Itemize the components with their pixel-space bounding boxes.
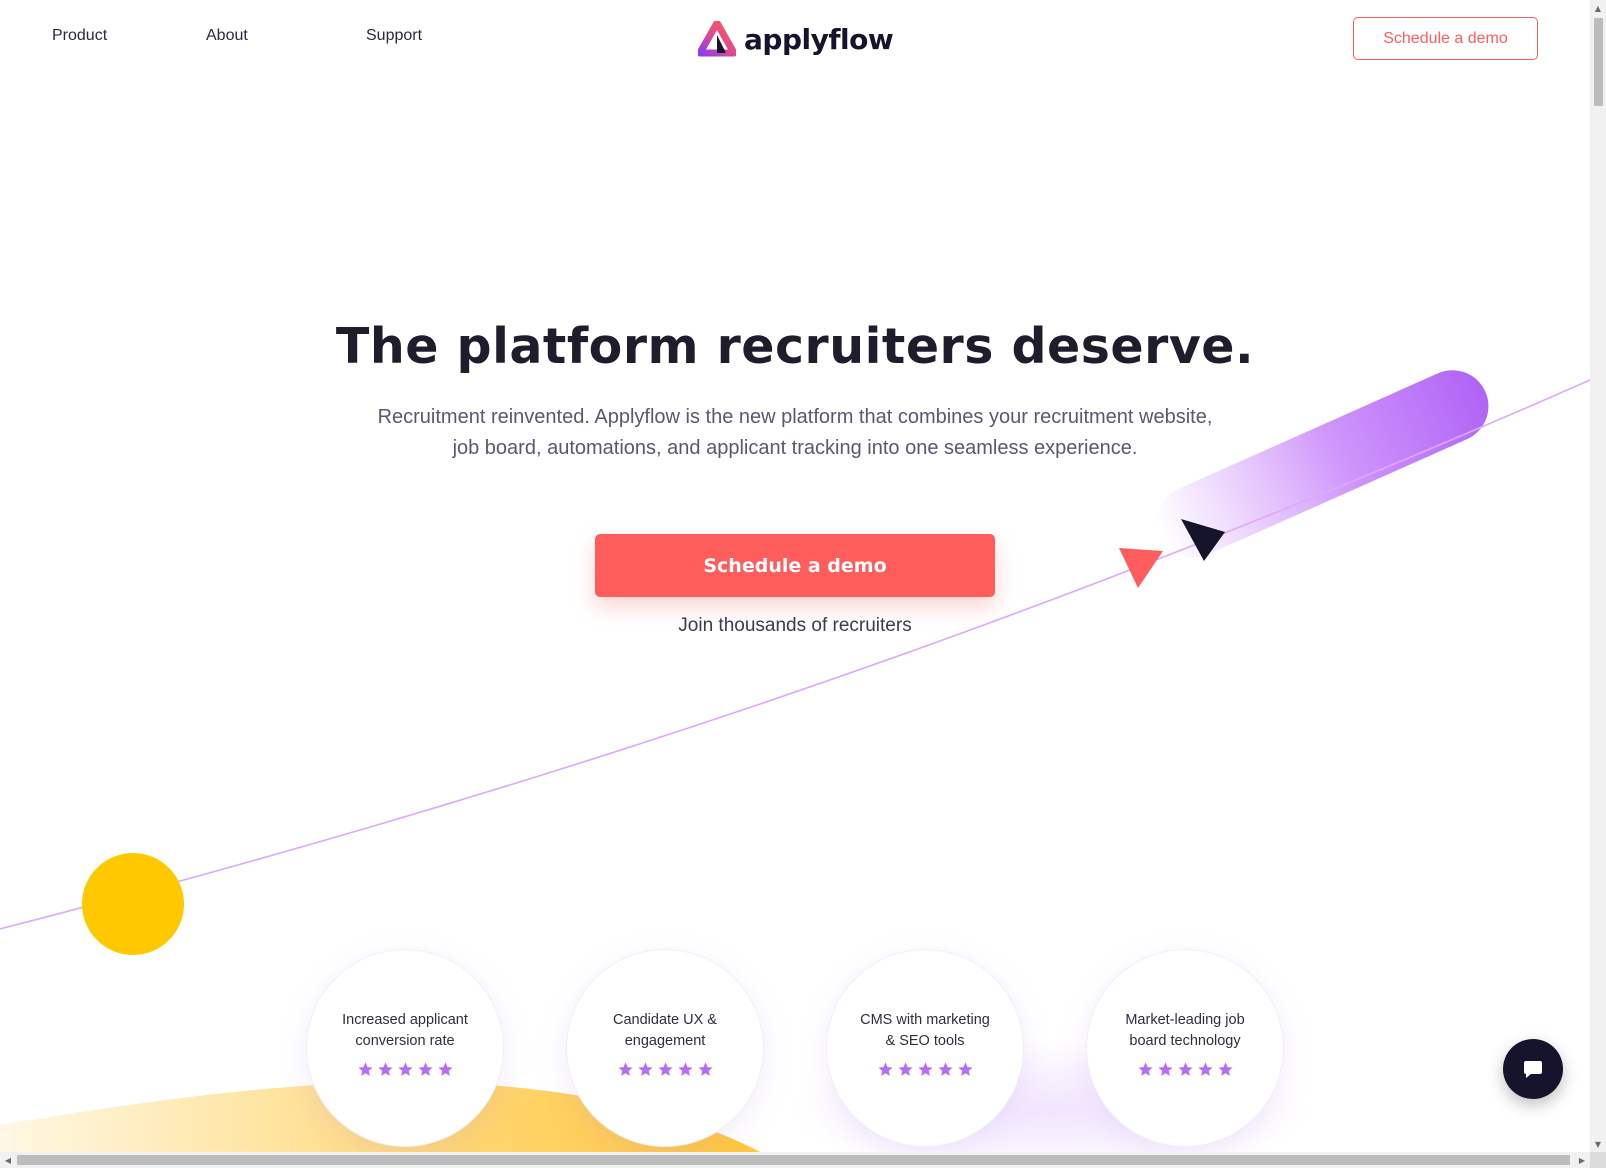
scroll-up-arrow-icon[interactable]: ▲ [1590, 0, 1606, 16]
star-icon [937, 1062, 953, 1076]
star-icon [637, 1062, 653, 1076]
star-rating [617, 1061, 714, 1078]
scroll-down-arrow-icon[interactable]: ▼ [1590, 1136, 1606, 1152]
star-icon [677, 1062, 693, 1076]
star-icon [1217, 1062, 1233, 1076]
star-icon [357, 1062, 373, 1076]
hero-title: The platform recruiters deserve. [335, 318, 1255, 375]
hero-schedule-demo-button[interactable]: Schedule a demo [595, 534, 995, 597]
feature-line-2: conversion rate [355, 1033, 455, 1049]
feature-card-candidate-ux: Candidate UX & engagement [566, 949, 764, 1147]
nav-support-link[interactable]: Support [366, 27, 422, 45]
star-icon [657, 1062, 673, 1076]
star-icon [417, 1062, 433, 1076]
vertical-scrollbar-thumb[interactable] [1594, 18, 1603, 106]
feature-line-1: Candidate UX & [613, 1012, 717, 1028]
feature-line-2: & SEO tools [885, 1033, 965, 1049]
star-rating [357, 1061, 454, 1078]
feature-line-1: Market-leading job [1125, 1012, 1245, 1028]
hero-social-proof: Join thousands of recruiters [678, 615, 912, 636]
feature-card-job-board: Market-leading job board technology [1086, 949, 1284, 1147]
scroll-left-arrow-icon[interactable]: ◀ [0, 1152, 16, 1168]
nav-about-link[interactable]: About [206, 27, 248, 45]
scroll-right-arrow-icon[interactable]: ▶ [1574, 1152, 1590, 1168]
star-icon [877, 1062, 893, 1076]
yellow-circle [82, 853, 184, 955]
star-icon [917, 1062, 933, 1076]
vertical-scrollbar[interactable] [1590, 0, 1606, 1152]
feature-text: CMS with marketing & SEO tools [850, 1010, 1000, 1052]
feature-text: Candidate UX & engagement [590, 1010, 740, 1052]
star-icon [1197, 1062, 1213, 1076]
feature-text: Market-leading job board technology [1110, 1010, 1260, 1052]
feature-card-cms: CMS with marketing & SEO tools [826, 949, 1024, 1147]
feature-line-2: engagement [624, 1033, 706, 1049]
applyflow-triangle-logo-icon [698, 21, 736, 57]
nav-product-link[interactable]: Product [52, 27, 107, 45]
chat-bubble-icon [1524, 1061, 1542, 1078]
hero-subtitle-line-1: Recruitment reinvented. Applyflow is the… [377, 406, 1213, 428]
star-icon [897, 1062, 913, 1076]
feature-text: Increased applicant conversion rate [330, 1010, 480, 1052]
star-icon [697, 1062, 713, 1076]
star-icon [617, 1062, 633, 1076]
coral-triangle [1119, 548, 1163, 588]
star-icon [397, 1062, 413, 1076]
feature-line-1: CMS with marketing [860, 1012, 990, 1028]
star-icon [1137, 1062, 1153, 1076]
header-schedule-demo-button[interactable]: Schedule a demo [1353, 17, 1538, 60]
logo-wordmark: applyflow [744, 22, 894, 56]
star-icon [1157, 1062, 1173, 1076]
feature-card-conversion: Increased applicant conversion rate [306, 949, 504, 1147]
star-icon [437, 1062, 453, 1076]
scrollbar-corner [1590, 1152, 1606, 1168]
star-rating [877, 1061, 974, 1078]
feature-line-1: Increased applicant [342, 1012, 468, 1028]
star-icon [1177, 1062, 1193, 1076]
hero-subtitle: Recruitment reinvented. Applyflow is the… [345, 402, 1245, 464]
feature-line-2: board technology [1129, 1033, 1241, 1049]
page: Product About Support applyflow Schedule… [0, 0, 1590, 1152]
horizontal-scrollbar-thumb[interactable] [17, 1155, 1570, 1165]
star-icon [957, 1062, 973, 1076]
hero-subtitle-line-2: job board, automations, and applicant tr… [452, 437, 1138, 459]
applyflow-logo[interactable]: applyflow [698, 20, 894, 58]
star-icon [377, 1062, 393, 1076]
chat-widget-button[interactable] [1503, 1039, 1563, 1099]
star-rating [1137, 1061, 1234, 1078]
